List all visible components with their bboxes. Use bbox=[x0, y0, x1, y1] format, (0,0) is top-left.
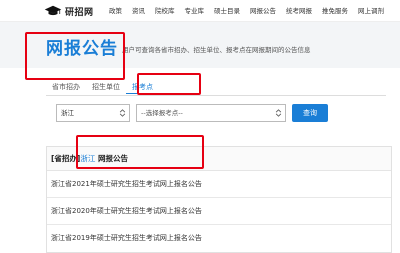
highlight-box-tab bbox=[137, 73, 201, 95]
chevron-updown-icon bbox=[275, 109, 282, 117]
logo-text: 研招网 bbox=[65, 7, 94, 18]
main-nav: 政策 资讯 院校库 专业库 硕士目录 网报公告 统考网报 推免服务 网上调剂 bbox=[109, 5, 384, 15]
site-logo[interactable]: 研招网 bbox=[44, 3, 94, 19]
page-description: 用户可查询各省市招办、招生单位、报考点在网报期间的公告信息 bbox=[122, 46, 311, 54]
exam-site-select[interactable]: --选择报考点-- bbox=[136, 104, 286, 122]
province-select[interactable]: 浙江 bbox=[56, 104, 130, 122]
province-select-value: 浙江 bbox=[61, 109, 74, 117]
nav-item-majors[interactable]: 专业库 bbox=[185, 5, 205, 15]
page-banner: 网报公告 用户可查询各省市招办、招生单位、报考点在网报期间的公告信息 bbox=[0, 22, 400, 80]
highlight-box-header bbox=[76, 135, 204, 169]
search-button[interactable]: 查询 bbox=[292, 104, 328, 122]
list-item[interactable]: 浙江省2020年硕士研究生招生考试网上报名公告 bbox=[47, 198, 391, 225]
tab-divider bbox=[46, 95, 386, 96]
nav-item-registration[interactable]: 统考网报 bbox=[286, 5, 312, 15]
nav-item-schools[interactable]: 院校库 bbox=[155, 5, 175, 15]
chevron-updown-icon bbox=[119, 109, 126, 117]
nav-item-announcements[interactable]: 网报公告 bbox=[250, 5, 276, 15]
nav-item-policy[interactable]: 政策 bbox=[109, 5, 122, 15]
graduation-cap-icon bbox=[44, 5, 62, 16]
list-item[interactable]: 浙江省2019年硕士研究生招生考试网上报名公告 bbox=[47, 225, 391, 252]
exam-site-select-placeholder: --选择报考点-- bbox=[141, 109, 183, 117]
top-navbar: 研招网 政策 资讯 院校库 专业库 硕士目录 网报公告 统考网报 推免服务 网上… bbox=[0, 0, 400, 22]
tab-admission-unit[interactable]: 招生单位 bbox=[86, 80, 126, 94]
nav-item-catalog[interactable]: 硕士目录 bbox=[214, 5, 240, 15]
nav-item-news[interactable]: 资讯 bbox=[132, 5, 145, 15]
nav-item-adjust[interactable]: 网上调剂 bbox=[358, 5, 384, 15]
highlight-box-title bbox=[25, 32, 125, 80]
filter-bar: 浙江 --选择报考点-- 查询 bbox=[56, 104, 328, 122]
list-item[interactable]: 浙江省2021年硕士研究生招生考试网上报名公告 bbox=[47, 171, 391, 198]
nav-item-recommend[interactable]: 推免服务 bbox=[322, 5, 348, 15]
tab-provincial-office[interactable]: 省市招办 bbox=[46, 80, 86, 94]
